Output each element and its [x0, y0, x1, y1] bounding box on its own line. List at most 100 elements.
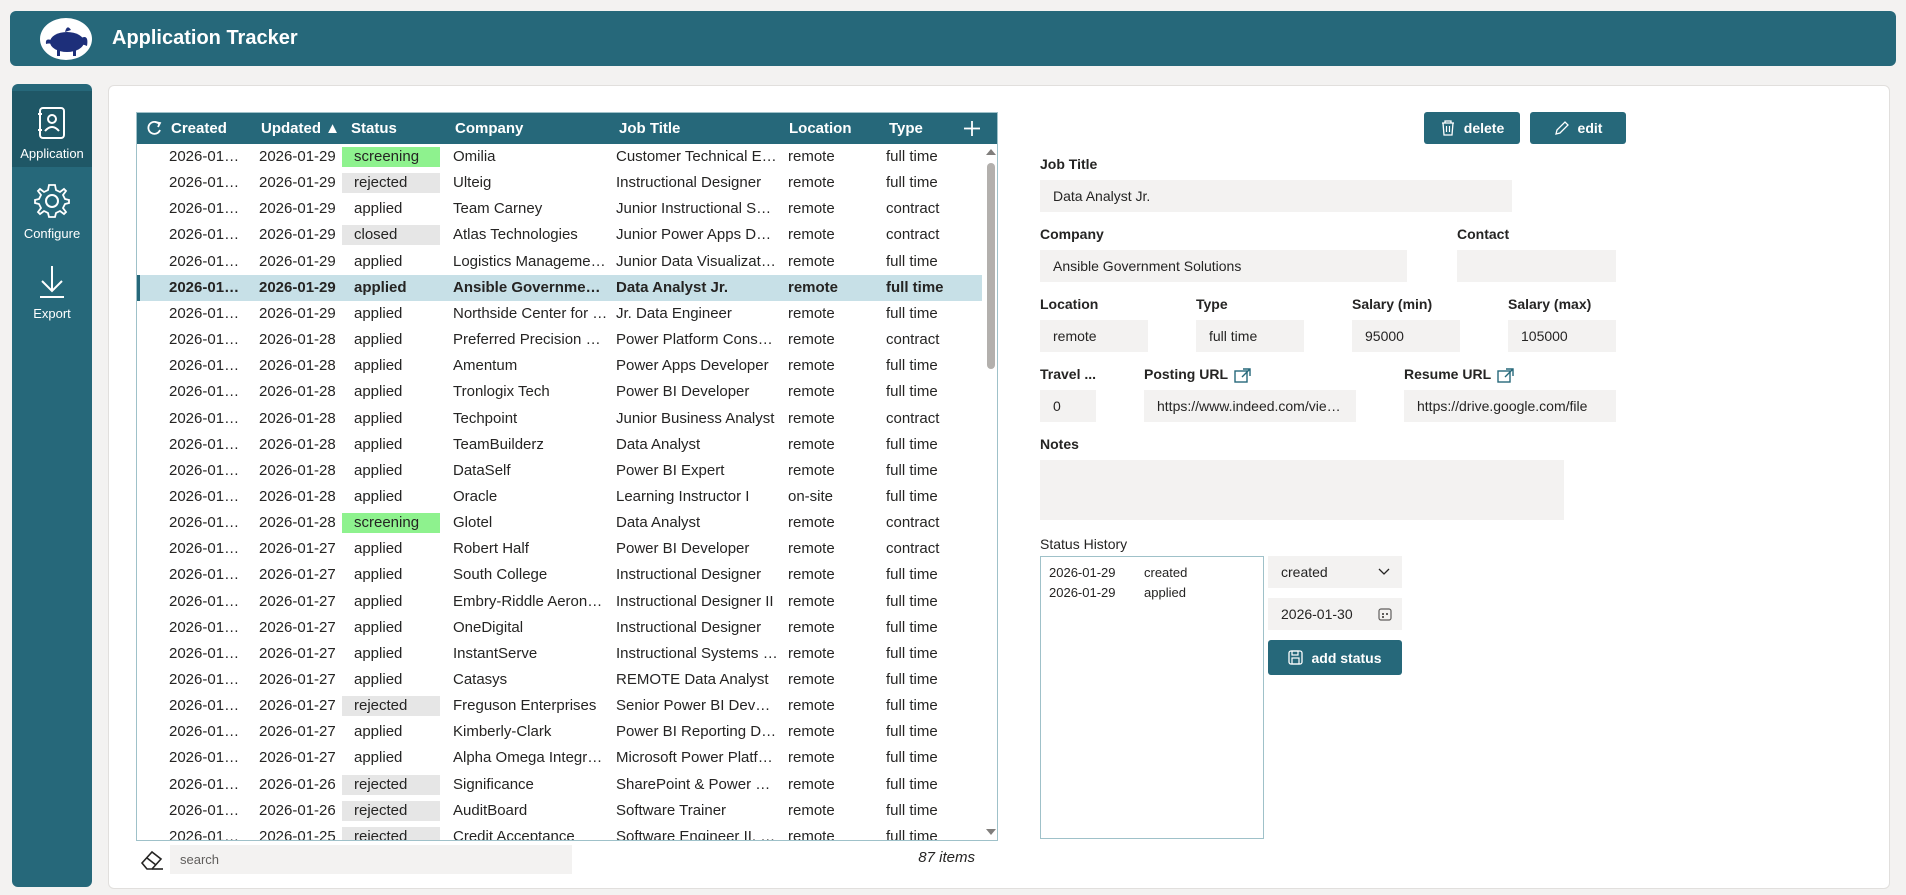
- cell-created: 2026-01-29: [169, 278, 243, 296]
- table-row[interactable]: 2026-01-27 2026-01-27 applied South College…: [137, 562, 982, 588]
- table-row[interactable]: 2026-01-28 2026-01-28 applied Amentum Power …: [137, 353, 982, 379]
- col-status[interactable]: Status: [351, 113, 397, 144]
- salary-min-field[interactable]: 95000: [1352, 320, 1460, 352]
- status-history-list: 2026-01-29 created 2026-01-29 applied: [1040, 556, 1264, 839]
- add-icon[interactable]: [963, 113, 981, 144]
- cell-type: full time: [886, 461, 938, 479]
- status-badge: rejected: [342, 774, 440, 795]
- cell-type: full time: [886, 357, 938, 375]
- status-badge: closed: [342, 225, 440, 246]
- table-row[interactable]: 2026-01-29 2026-01-29 closed Atlas Technolo…: [137, 222, 982, 248]
- col-company[interactable]: Company: [455, 113, 523, 144]
- search-input[interactable]: [170, 845, 572, 874]
- add-status-button[interactable]: add status: [1268, 640, 1402, 675]
- table-row[interactable]: 2026-01-22 2026-01-25 rejected Credit Accep…: [137, 824, 982, 841]
- cell-status: applied: [342, 536, 440, 562]
- company-field[interactable]: Ansible Government Solutions: [1040, 250, 1407, 282]
- status-select-value: created: [1281, 564, 1328, 580]
- cell-job-title: Junior Business Analyst: [616, 409, 775, 427]
- table-row[interactable]: 2026-01-27 2026-01-27 applied Kimberly-Clar…: [137, 719, 982, 745]
- table-row[interactable]: 2026-01-29 2026-01-29 applied Logistics Man…: [137, 249, 982, 275]
- cell-type: full time: [886, 618, 938, 636]
- delete-button[interactable]: delete: [1424, 112, 1520, 144]
- cell-updated: 2026-01-29: [259, 304, 336, 322]
- grid-scrollbar[interactable]: [983, 144, 997, 840]
- eraser-icon[interactable]: [139, 846, 165, 872]
- grid-header: Created Updated ▲ Status Company Job Tit…: [137, 113, 997, 144]
- posting-url-field[interactable]: https://www.indeed.com/viewjob: [1144, 390, 1356, 422]
- posting-url-label: Posting URL: [1144, 366, 1252, 383]
- cell-job-title: Power BI Reporting Developer: [616, 723, 778, 741]
- cell-created: 2026-01-24: [169, 801, 243, 819]
- type-field[interactable]: full time: [1196, 320, 1304, 352]
- status-badge: applied: [354, 644, 403, 662]
- cell-type: contract: [886, 200, 940, 218]
- scroll-up-icon[interactable]: [986, 149, 996, 155]
- external-link-icon[interactable]: [1497, 367, 1515, 383]
- nav-export[interactable]: Export: [12, 251, 92, 327]
- calendar-icon[interactable]: [1378, 607, 1392, 621]
- scroll-down-icon[interactable]: [986, 829, 996, 835]
- external-link-icon[interactable]: [1233, 367, 1252, 383]
- table-row[interactable]: 2026-01-29 2026-01-29 applied Team Carney Ju…: [137, 196, 982, 222]
- location-field[interactable]: remote: [1040, 320, 1148, 352]
- cell-company: Atlas Technologies: [453, 226, 578, 244]
- cell-updated: 2026-01-27: [259, 697, 336, 715]
- col-updated[interactable]: Updated ▲: [261, 113, 340, 144]
- travel-label: Travel ...: [1040, 366, 1097, 382]
- type-label: Type: [1196, 296, 1228, 312]
- table-row[interactable]: 2026-01-28 2026-01-28 applied Preferred Pre…: [137, 327, 982, 353]
- status-badge: applied: [354, 252, 403, 270]
- cell-type: full time: [886, 723, 938, 741]
- nav-configure-label: Configure: [23, 226, 81, 241]
- cell-location: remote: [788, 827, 835, 841]
- table-row[interactable]: 2026-01-29 2026-01-29 applied Northside Cen…: [137, 301, 982, 327]
- cell-status: applied: [342, 379, 440, 405]
- table-row[interactable]: 2026-01-28 2026-01-28 applied Tronlogix Tec…: [137, 379, 982, 405]
- status-badge: applied: [354, 409, 403, 427]
- table-row[interactable]: 2026-01-29 2026-01-29 rejected Ulteig Instru…: [137, 170, 982, 196]
- table-row[interactable]: 2026-01-27 2026-01-27 applied Embry-Riddle …: [137, 589, 982, 615]
- table-row[interactable]: 2026-01-27 2026-01-27 applied InstantServe I…: [137, 641, 982, 667]
- col-type[interactable]: Type: [889, 113, 923, 144]
- save-icon: [1288, 650, 1304, 665]
- col-location[interactable]: Location: [789, 113, 852, 144]
- status-select[interactable]: created: [1268, 556, 1402, 588]
- table-row[interactable]: 2026-01-27 2026-01-27 applied OneDigital Ins…: [137, 615, 982, 641]
- table-row[interactable]: 2026-01-24 2026-01-26 rejected AuditBoard So…: [137, 798, 982, 824]
- cell-status: applied: [342, 458, 440, 484]
- status-badge: screening: [342, 147, 440, 167]
- table-row[interactable]: 2026-01-28 2026-01-28 applied Techpoint Juni…: [137, 406, 982, 432]
- col-job-title[interactable]: Job Title: [619, 113, 680, 144]
- table-row[interactable]: 2026-01-28 2026-01-28 applied Oracle Learnin…: [137, 484, 982, 510]
- table-row[interactable]: 2026-01-28 2026-01-28 applied TeamBuilderz D…: [137, 432, 982, 458]
- add-status-label: add status: [1311, 649, 1382, 666]
- nav-configure[interactable]: Configure: [12, 171, 92, 247]
- cell-status: rejected: [342, 824, 440, 840]
- col-created[interactable]: Created: [171, 113, 227, 144]
- status-date-field[interactable]: 2026-01-30: [1268, 598, 1402, 630]
- scroll-thumb[interactable]: [987, 163, 995, 369]
- resume-url-field[interactable]: https://drive.google.com/file: [1404, 390, 1616, 422]
- cell-location: on-site: [788, 487, 834, 505]
- contact-field[interactable]: [1457, 250, 1616, 282]
- table-row[interactable]: 2026-01-27 2026-01-27 rejected Freguson Ent…: [137, 693, 982, 719]
- pencil-icon: [1554, 121, 1569, 135]
- job-title-field[interactable]: Data Analyst Jr.: [1040, 180, 1512, 212]
- table-row[interactable]: 2026-01-27 2026-01-27 applied Alpha Omega I…: [137, 745, 982, 771]
- table-row[interactable]: 2026-01-27 2026-01-27 applied Robert Half Po…: [137, 536, 982, 562]
- status-badge: rejected: [342, 173, 440, 194]
- table-row[interactable]: 2026-01-15 2026-01-26 rejected Significance…: [137, 772, 982, 798]
- table-row[interactable]: 2026-01-21 2026-01-29 screening Omilia Custo…: [137, 144, 982, 170]
- cell-status: applied: [342, 353, 440, 379]
- salary-max-field[interactable]: 105000: [1508, 320, 1616, 352]
- table-row[interactable]: 2026-01-29 2026-01-29 applied Ansible Gover…: [137, 274, 982, 301]
- table-row[interactable]: 2026-01-28 2026-01-28 screening Glotel Data …: [137, 510, 982, 536]
- table-row[interactable]: 2026-01-28 2026-01-28 applied DataSelf Power…: [137, 458, 982, 484]
- table-row[interactable]: 2026-01-27 2026-01-27 applied Catasys REMOTE…: [137, 667, 982, 693]
- notes-field[interactable]: [1040, 460, 1564, 520]
- edit-button[interactable]: edit: [1530, 112, 1626, 144]
- nav-application[interactable]: Application: [12, 91, 92, 167]
- travel-field[interactable]: 0: [1040, 390, 1096, 422]
- refresh-icon[interactable]: [145, 113, 163, 144]
